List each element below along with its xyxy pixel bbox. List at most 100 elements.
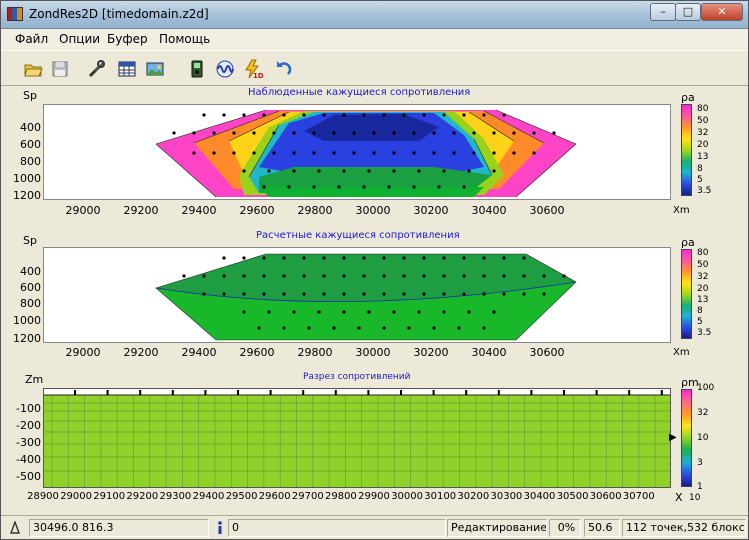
close-button[interactable]: ✕ bbox=[701, 3, 743, 21]
calculated-cb-tick: 20 bbox=[697, 284, 709, 294]
cursor-pointer-icon bbox=[10, 521, 20, 534]
calculated-ytick: 400 bbox=[20, 265, 41, 278]
section-xtick: 30700 bbox=[622, 491, 655, 502]
section-cb-tick: 32 bbox=[697, 408, 709, 418]
calculated-ylabel: Sp bbox=[23, 234, 37, 247]
toolbar: 1D bbox=[1, 50, 748, 86]
observed-ytick: 600 bbox=[20, 138, 41, 151]
status-percent: 0% bbox=[549, 519, 581, 537]
svg-text:1D: 1D bbox=[253, 72, 263, 79]
calculated-xtick: 30600 bbox=[529, 346, 565, 359]
calculated-ytick: 800 bbox=[20, 297, 41, 310]
undo-arrow-icon[interactable] bbox=[273, 59, 293, 79]
section-cb-tick: 3 bbox=[697, 458, 703, 468]
save-disk-icon[interactable] bbox=[50, 59, 70, 79]
electrode-marker bbox=[334, 390, 337, 395]
section-grid-model bbox=[44, 389, 670, 487]
calculated-ytick: 1000 bbox=[13, 314, 41, 327]
electrode-marker bbox=[139, 390, 142, 395]
calculated-title: Расчетные кажущиеся сопротивления bbox=[256, 230, 460, 241]
observed-xtick: 29000 bbox=[65, 204, 101, 217]
observed-cb-tick: 3.5 bbox=[697, 186, 712, 196]
electrode-marker bbox=[432, 390, 435, 395]
menu-file[interactable]: Файл bbox=[15, 32, 48, 46]
electrode-marker bbox=[660, 390, 663, 395]
calculated-ytick: 1200 bbox=[13, 332, 41, 345]
section-ylabel: Zm bbox=[25, 373, 44, 386]
minimize-button[interactable]: – bbox=[650, 3, 676, 21]
electrode-marker bbox=[465, 390, 468, 395]
calculated-xtick: 29800 bbox=[297, 346, 333, 359]
calculated-xtick: 30200 bbox=[413, 346, 449, 359]
electrode-marker bbox=[497, 390, 500, 395]
status-summary: 112 точек,532 блокс bbox=[622, 519, 746, 537]
menu-options[interactable]: Опции bbox=[59, 32, 100, 46]
calculated-panel: Расчетные кажущиеся сопротивления Sp 400… bbox=[3, 230, 746, 372]
observed-colorbar bbox=[681, 104, 692, 196]
status-mode: Редактирование bbox=[447, 519, 547, 537]
section-ytick: -200 bbox=[16, 419, 41, 432]
observed-ytick: 1200 bbox=[13, 189, 41, 202]
section-ytick: -100 bbox=[16, 402, 41, 415]
section-colorbar bbox=[681, 389, 692, 487]
section-cb-tick: 1 bbox=[697, 482, 703, 492]
app-window: ZondRes2D [timedomain.z2d] – □ ✕ Файл Оп… bbox=[0, 0, 749, 540]
observed-title: Наблюденные кажущиеся сопротивления bbox=[248, 87, 471, 98]
wave-icon[interactable] bbox=[215, 59, 235, 79]
menu-help[interactable]: Помощь bbox=[159, 32, 210, 46]
observed-cb-tick: 5 bbox=[697, 175, 703, 185]
observed-xtick: 30600 bbox=[529, 204, 565, 217]
observed-xtick: 30200 bbox=[413, 204, 449, 217]
calculated-cb-tick: 80 bbox=[697, 248, 709, 258]
menu-buffer[interactable]: Буфер bbox=[107, 32, 148, 46]
calculated-xtick: 29000 bbox=[65, 346, 101, 359]
electrode-marker bbox=[530, 390, 533, 395]
observed-ylabel: Sp bbox=[23, 89, 37, 102]
calculated-cb-tick: 32 bbox=[697, 272, 709, 282]
electrode-marker bbox=[595, 390, 598, 395]
observed-xtick: 29600 bbox=[239, 204, 275, 217]
section-cb-tick: 100 bbox=[697, 383, 715, 393]
electrode-marker bbox=[269, 390, 272, 395]
observed-xtick: 30400 bbox=[471, 204, 507, 217]
calculated-colorbar-label: ρa bbox=[681, 236, 695, 249]
status-info-value: 0 bbox=[228, 519, 446, 537]
section-level-pointer-icon[interactable]: ▶ bbox=[669, 432, 677, 443]
lightning-1d-icon[interactable]: 1D bbox=[243, 59, 263, 79]
section-xunit: X bbox=[675, 491, 683, 504]
observed-ytick: 1000 bbox=[13, 172, 41, 185]
electrode-marker bbox=[237, 390, 239, 395]
info-icon bbox=[218, 521, 222, 534]
status-bar: 30496.0 816.3 0 Редактирование 0% 50.6 1… bbox=[1, 515, 748, 539]
observed-panel: Наблюденные кажущиеся сопротивления Sp 4… bbox=[3, 87, 746, 229]
electrode-marker bbox=[563, 390, 565, 395]
electrode-marker bbox=[171, 390, 174, 395]
window-title: ZondRes2D [timedomain.z2d] bbox=[29, 7, 209, 21]
menu-bar: Файл Опции Буфер Помощь bbox=[1, 29, 748, 49]
calculated-plot[interactable] bbox=[43, 247, 671, 343]
section-plot[interactable] bbox=[43, 388, 671, 488]
title-bar[interactable]: ZondRes2D [timedomain.z2d] – □ ✕ bbox=[1, 1, 748, 29]
observed-contour-map bbox=[155, 109, 577, 198]
app-logo-icon bbox=[7, 7, 23, 21]
tools-icon[interactable] bbox=[87, 59, 107, 79]
calculated-xtick: 30400 bbox=[471, 346, 507, 359]
observed-plot[interactable] bbox=[43, 104, 671, 200]
observed-xtick: 30000 bbox=[355, 204, 391, 217]
observed-xunit: Xm bbox=[673, 205, 690, 216]
observed-ytick: 400 bbox=[20, 121, 41, 134]
observed-cb-tick: 13 bbox=[697, 152, 709, 162]
electrode-marker bbox=[367, 390, 370, 395]
status-coords: 30496.0 816.3 bbox=[29, 519, 209, 537]
calculated-colorbar bbox=[681, 249, 692, 339]
section-ytick: -500 bbox=[16, 470, 41, 483]
table-grid-icon[interactable] bbox=[117, 59, 137, 79]
calculated-xtick: 29600 bbox=[239, 346, 275, 359]
calculated-cb-tick: 50 bbox=[697, 260, 709, 270]
calculated-contour-map bbox=[155, 253, 577, 341]
image-icon[interactable] bbox=[145, 59, 165, 79]
open-folder-icon[interactable] bbox=[23, 59, 43, 79]
observed-xtick: 29400 bbox=[181, 204, 217, 217]
maximize-button[interactable]: □ bbox=[675, 3, 701, 21]
device-icon[interactable] bbox=[187, 59, 207, 79]
